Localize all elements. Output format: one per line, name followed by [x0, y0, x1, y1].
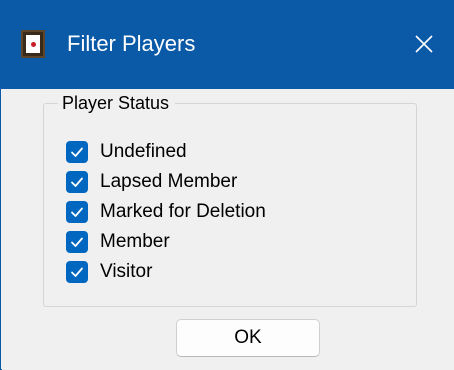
dialog-body: Player Status Undefined Lapsed Member Ma… — [2, 89, 454, 370]
app-card-icon — [21, 30, 45, 58]
checkbox-label: Lapsed Member — [100, 171, 238, 192]
checkbox-label: Visitor — [100, 261, 153, 282]
checkbox-lapsed-member[interactable]: Lapsed Member — [66, 167, 386, 197]
window-title: Filter Players — [67, 31, 196, 56]
checked-checkbox-icon[interactable] — [66, 231, 88, 253]
checkbox-label: Undefined — [100, 141, 187, 162]
filter-players-dialog: Filter Players Player Status Undefined L… — [0, 0, 454, 370]
checked-checkbox-icon[interactable] — [66, 261, 88, 283]
title-bar[interactable]: Filter Players — [1, 1, 453, 89]
close-icon — [415, 35, 433, 53]
status-checklist: Undefined Lapsed Member Marked for Delet… — [66, 137, 386, 287]
close-button[interactable] — [401, 21, 447, 67]
checkbox-label: Member — [100, 231, 170, 252]
checkbox-marked-for-deletion[interactable]: Marked for Deletion — [66, 197, 386, 227]
ok-button[interactable]: OK — [176, 319, 320, 357]
checked-checkbox-icon[interactable] — [66, 171, 88, 193]
group-legend: Player Status — [62, 93, 170, 113]
checkbox-visitor[interactable]: Visitor — [66, 257, 386, 287]
checkbox-member[interactable]: Member — [66, 227, 386, 257]
checkbox-undefined[interactable]: Undefined — [66, 137, 386, 167]
checked-checkbox-icon[interactable] — [66, 201, 88, 223]
checked-checkbox-icon[interactable] — [66, 141, 88, 163]
checkbox-label: Marked for Deletion — [100, 201, 266, 222]
